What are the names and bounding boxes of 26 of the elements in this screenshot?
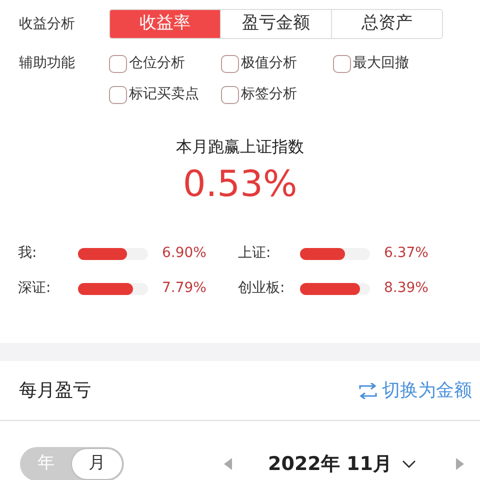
next-arrow-icon[interactable]	[456, 458, 464, 470]
checkbox-option[interactable]: 极值分析	[221, 53, 333, 74]
percent-reading: 8.39%	[383, 279, 430, 298]
checkbox-option[interactable]: 标记买卖点	[109, 84, 221, 105]
tab[interactable]: 总资产	[331, 10, 442, 38]
percent-reading: 6.37%	[383, 244, 430, 263]
section-label: 辅助功能	[19, 54, 76, 73]
checkbox-option[interactable]: 仓位分析	[109, 53, 221, 74]
index-label: 深证:	[18, 279, 52, 298]
index-label: 创业板:	[238, 279, 286, 298]
period-title[interactable]: 2022年 11月	[268, 450, 392, 478]
toggle-option[interactable]: 月	[71, 448, 123, 480]
summary-title: 本月跑赢上证指数	[176, 136, 304, 158]
checkbox-option[interactable]: 标签分析	[221, 84, 333, 105]
chevron-down-icon[interactable]	[402, 460, 416, 468]
percent-reading: 7.79%	[161, 279, 208, 298]
percent-value: 0.53%	[182, 167, 298, 203]
checkbox-option[interactable]: 最大回撤	[333, 53, 445, 74]
index-label: 我:	[18, 244, 38, 263]
section-label: 收益分析	[19, 14, 76, 34]
swap-icon	[358, 382, 378, 398]
index-label: 上证:	[238, 244, 272, 263]
tab[interactable]: 收益率	[110, 10, 220, 38]
percent-reading: 6.90%	[161, 244, 208, 263]
previous-arrow-icon[interactable]	[224, 458, 232, 470]
section-title: 每月盈亏	[19, 379, 91, 403]
